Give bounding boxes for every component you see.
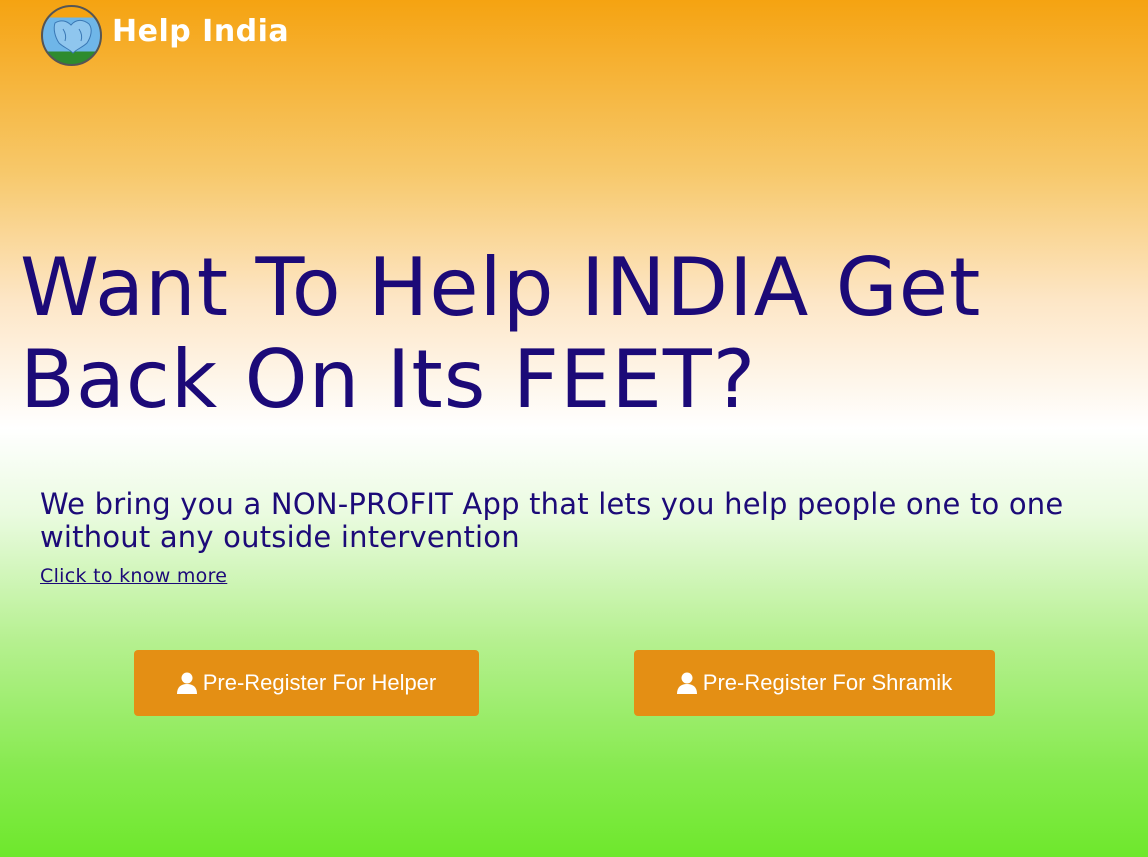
user-icon [676,672,697,694]
pre-register-helper-label: Pre-Register For Helper [202,670,437,695]
logo-icon[interactable] [41,5,102,66]
pre-register-shramik-button[interactable]: Pre-Register For Shramik [634,650,995,716]
know-more-link[interactable]: Click to know more [40,565,227,587]
hero-subtitle: We bring you a NON-PROFIT App that lets … [40,487,1064,554]
brand-name[interactable]: Help India [112,14,289,49]
user-icon [176,672,197,694]
hero-title: Want To Help INDIA Get Back On Its FEET? [20,241,982,426]
pre-register-helper-button[interactable]: Pre-Register For Helper [134,650,479,716]
pre-register-shramik-label: Pre-Register For Shramik [702,670,953,695]
